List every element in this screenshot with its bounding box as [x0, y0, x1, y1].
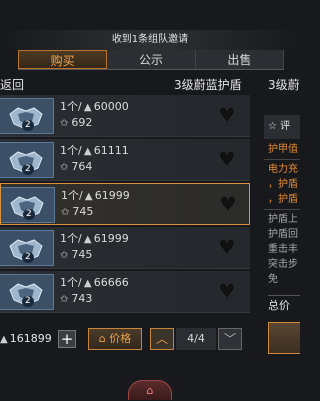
balance-value: 161899 — [9, 332, 52, 345]
detail-line: 电力充 — [268, 164, 298, 175]
heart-icon[interactable]: ♥ — [218, 104, 236, 126]
detail-line: 免 — [268, 274, 278, 285]
chevron-up-icon: ︿ — [155, 332, 168, 346]
item-level-badge: 2 — [22, 252, 34, 263]
bottom-bar: ▲ 161899 + ⌂ 价格 ︿ 4/4 ﹀ — [0, 326, 264, 352]
quantity-price: 1个/▲ 61111 — [60, 142, 129, 158]
tab-sell[interactable]: 出售 — [196, 50, 284, 69]
bid-value: 745 — [72, 205, 94, 218]
listing-row[interactable]: 2 1个/▲ 60000 ✩ 692 ♥ — [0, 95, 250, 137]
sort-by-price-button[interactable]: ⌂ 价格 — [88, 328, 142, 350]
currency-balance: ▲ 161899 — [0, 328, 52, 350]
page-down-button[interactable]: ﹀ — [218, 328, 242, 350]
total-price-label: 总价 — [268, 295, 300, 315]
add-currency-button[interactable]: + — [58, 330, 76, 348]
heart-icon[interactable]: ♥ — [218, 280, 236, 302]
listing-list: 2 1个/▲ 60000 ✩ 692 ♥ 2 1个/▲ 61111 ✩ 764 ♥ — [0, 95, 250, 315]
detail-line: 护甲值 — [268, 144, 298, 155]
bid-value: 743 — [71, 292, 93, 305]
currency-icon: ▲ — [83, 234, 92, 245]
home-button[interactable]: ⌂ — [128, 380, 172, 400]
listing-row[interactable]: 2 1个/▲ 61999 ✩ 745 ♥ — [0, 227, 250, 269]
bid-value: 692 — [71, 116, 93, 129]
quantity-label: 1个/ — [60, 100, 82, 113]
currency-icon: ▲ — [83, 146, 92, 157]
item-thumbnail: 2 — [0, 98, 54, 134]
quantity-label: 1个/ — [60, 276, 82, 289]
detail-line: ，护盾 — [268, 179, 298, 190]
unit-price: 60000 — [93, 100, 129, 113]
tab-public[interactable]: 公示 — [107, 50, 196, 69]
sort-label: 价格 — [109, 332, 132, 345]
currency-icon: ▲ — [83, 102, 92, 113]
quantity-price: 1个/▲ 61999 — [61, 187, 130, 203]
item-thumbnail: 2 — [0, 274, 54, 310]
detail-line: 护盾回 — [268, 229, 298, 240]
bid-icon: ✩ — [60, 162, 69, 173]
bid-count: ✩ 745 — [61, 205, 93, 218]
divider — [264, 209, 300, 210]
divider — [264, 159, 300, 160]
item-level-badge: 2 — [22, 296, 34, 307]
bid-count: ✩ 745 — [60, 248, 92, 261]
bid-icon: ✩ — [61, 207, 70, 218]
detail-title: 3级蔚 — [268, 78, 300, 92]
quantity-label: 1个/ — [60, 144, 82, 157]
heart-icon[interactable]: ♥ — [218, 148, 236, 170]
page-up-button[interactable]: ︿ — [150, 328, 174, 350]
star-icon: ☆ — [268, 121, 277, 132]
purchase-button[interactable] — [268, 322, 300, 354]
quantity-price: 1个/▲ 60000 — [60, 98, 129, 114]
detail-line: 突击步 — [268, 259, 298, 270]
tab-buy[interactable]: 购买 — [18, 50, 108, 69]
unit-price: 61999 — [93, 232, 129, 245]
item-level-badge: 2 — [23, 209, 35, 220]
item-title: 3级蔚蓝护盾 — [174, 78, 242, 92]
heart-icon[interactable]: ♥ — [218, 236, 236, 258]
evaluation-label: 评 — [280, 121, 291, 132]
bid-count: ✩ 764 — [60, 160, 92, 173]
listing-row[interactable]: 2 1个/▲ 66666 ✩ 743 ♥ — [0, 271, 250, 313]
detail-line: 护盾上 — [268, 214, 298, 225]
currency-icon: ▲ — [83, 278, 92, 289]
listing-row[interactable]: 2 1个/▲ 61111 ✩ 764 ♥ — [0, 139, 250, 181]
title-bar: 返回 3级蔚蓝护盾 3级蔚 — [0, 76, 300, 94]
evaluation-row[interactable]: ☆ 评 — [264, 115, 300, 139]
home-icon: ⌂ — [146, 384, 154, 397]
currency-icon: ▲ — [84, 191, 93, 202]
back-button[interactable]: 返回 — [0, 76, 24, 94]
market-tabs: 购买 公示 出售 — [18, 50, 284, 70]
quantity-label: 1个/ — [61, 189, 83, 202]
bid-icon: ✩ — [60, 294, 69, 305]
bid-icon: ✩ — [60, 250, 69, 261]
page-indicator: 4/4 — [176, 328, 216, 350]
bid-count: ✩ 692 — [60, 116, 92, 129]
unit-price: 66666 — [93, 276, 129, 289]
sort-icon: ⌂ — [98, 332, 106, 345]
item-level-badge: 2 — [22, 164, 34, 175]
listing-row[interactable]: 2 1个/▲ 61999 ✩ 745 ♥ — [0, 183, 250, 225]
bid-count: ✩ 743 — [60, 292, 92, 305]
item-thumbnail: 2 — [0, 142, 54, 178]
quantity-label: 1个/ — [60, 232, 82, 245]
detail-line: ，护盾 — [268, 194, 298, 205]
bid-value: 745 — [71, 248, 93, 261]
team-invite-notice[interactable]: 收到1条组队邀请 — [0, 30, 300, 50]
heart-icon[interactable]: ♥ — [219, 193, 237, 215]
currency-icon: ▲ — [0, 334, 8, 345]
item-thumbnail: 2 — [0, 230, 54, 266]
bid-value: 764 — [71, 160, 93, 173]
quantity-price: 1个/▲ 61999 — [60, 230, 129, 246]
quantity-price: 1个/▲ 66666 — [60, 274, 129, 290]
bid-icon: ✩ — [60, 118, 69, 129]
item-thumbnail: 2 — [1, 187, 55, 223]
unit-price: 61111 — [93, 144, 129, 157]
detail-line: 重击丰 — [268, 244, 298, 255]
unit-price: 61999 — [94, 189, 130, 202]
item-detail-panel: ☆ 评 护甲值 电力充 ，护盾 ，护盾 护盾上 护盾回 重击丰 突击步 免 — [264, 115, 300, 315]
chevron-down-icon: ﹀ — [223, 332, 236, 346]
item-level-badge: 2 — [22, 120, 34, 131]
